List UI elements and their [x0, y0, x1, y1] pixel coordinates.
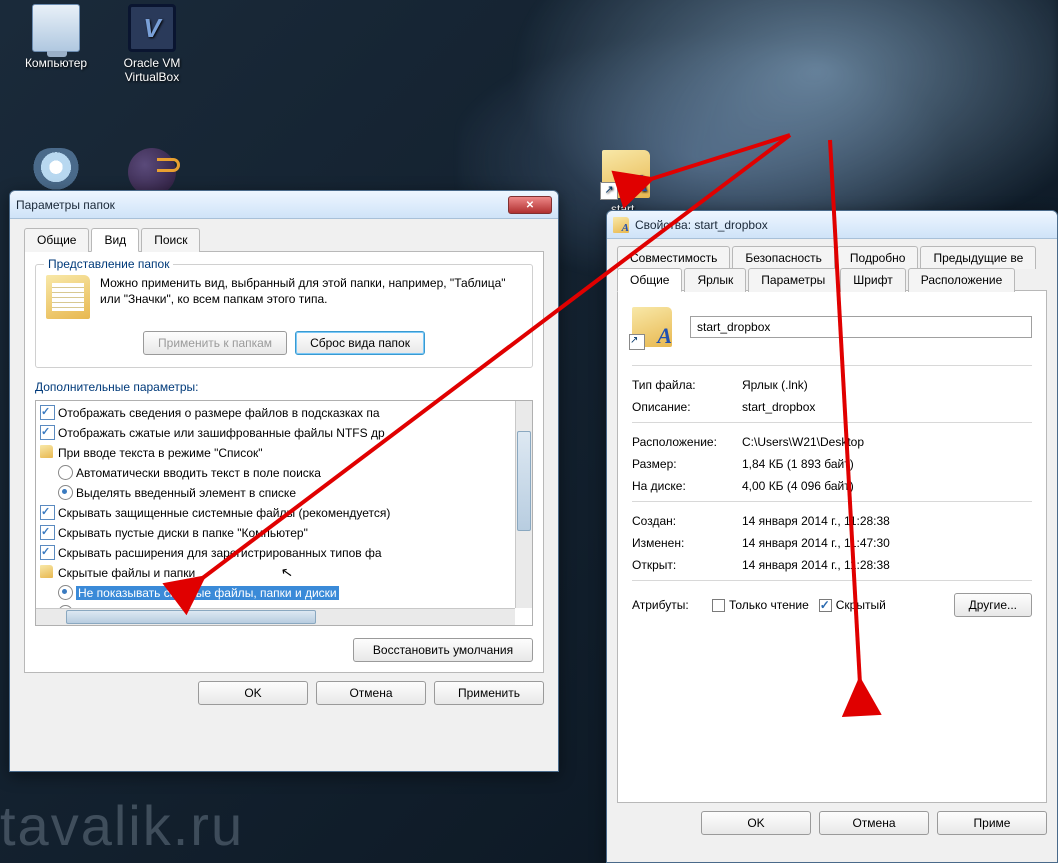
eclipse-icon — [128, 148, 176, 196]
tab-general[interactable]: Общие — [24, 228, 89, 252]
tab-compat[interactable]: Совместимость — [617, 246, 730, 269]
computer-icon — [32, 4, 80, 52]
group-text: Можно применить вид, выбранный для этой … — [100, 275, 522, 319]
tab-strip: Совместимость Безопасность Подробно Пред… — [617, 239, 1047, 291]
tab-prev[interactable]: Предыдущие ве — [920, 246, 1036, 269]
advanced-tree[interactable]: Отображать сведения о размере файлов в п… — [35, 400, 533, 626]
type-value: Ярлык (.lnk) — [742, 378, 808, 392]
desktop-icon-virtualbox[interactable]: Oracle VM VirtualBox — [110, 4, 194, 84]
opt-select-typed[interactable]: Выделять введенный элемент в списке — [58, 483, 530, 503]
ondisk-value: 4,00 КБ (4 096 байт) — [742, 479, 854, 493]
opt-dont-show-hidden[interactable]: Не показывать скрытые файлы, папки и дис… — [58, 583, 530, 603]
folder-options-window: Параметры папок Общие Вид Поиск Представ… — [9, 190, 559, 772]
advanced-label: Дополнительные параметры: — [35, 380, 533, 394]
accessed-value: 14 января 2014 г., 11:28:38 — [742, 558, 890, 572]
shortcut-icon — [613, 217, 629, 233]
vertical-scrollbar[interactable] — [515, 401, 532, 608]
size-label: Размер: — [632, 457, 742, 471]
folder-icon — [46, 275, 90, 319]
recycle-icon — [32, 148, 80, 196]
titlebar[interactable]: Свойства: start_dropbox — [607, 211, 1057, 239]
location-value: C:\Users\W21\Desktop — [742, 435, 864, 449]
tab-options[interactable]: Параметры — [748, 268, 838, 292]
scroll-thumb[interactable] — [517, 431, 531, 531]
close-button[interactable] — [508, 196, 552, 214]
created-value: 14 января 2014 г., 11:28:38 — [742, 514, 890, 528]
properties-window: Свойства: start_dropbox Совместимость Бе… — [606, 210, 1058, 863]
other-button[interactable]: Другие... — [954, 593, 1032, 617]
attr-label: Атрибуты: — [632, 598, 702, 612]
modified-label: Изменен: — [632, 536, 742, 550]
tab-shortcut[interactable]: Ярлык — [684, 268, 746, 292]
desktop-icon-computer[interactable]: Компьютер — [14, 4, 98, 70]
scroll-thumb[interactable] — [66, 610, 316, 624]
folder-view-group: Представление папок Можно применить вид,… — [35, 264, 533, 368]
opt-size-tooltip[interactable]: Отображать сведения о размере файлов в п… — [40, 403, 530, 423]
accessed-label: Открыт: — [632, 558, 742, 572]
opt-ntfs-color[interactable]: Отображать сжатые или зашифрованные файл… — [40, 423, 530, 443]
desc-label: Описание: — [632, 400, 742, 414]
created-label: Создан: — [632, 514, 742, 528]
tab-font[interactable]: Шрифт — [840, 268, 905, 292]
ondisk-label: На диске: — [632, 479, 742, 493]
virtualbox-icon — [128, 4, 176, 52]
tab-strip: Общие Вид Поиск — [24, 227, 544, 252]
opt-hide-protected[interactable]: Скрывать защищенные системные файлы (рек… — [40, 503, 530, 523]
desktop-icon-shortcut[interactable]: start_ — [584, 150, 668, 216]
horizontal-scrollbar[interactable] — [36, 608, 515, 625]
tab-security[interactable]: Безопасность — [732, 246, 835, 269]
titlebar[interactable]: Параметры папок — [10, 191, 558, 219]
cancel-button[interactable]: Отмена — [316, 681, 426, 705]
apply-button[interactable]: Применить — [434, 681, 544, 705]
tab-details[interactable]: Подробно — [837, 246, 919, 269]
name-input[interactable] — [690, 316, 1032, 338]
ok-button[interactable]: OK — [701, 811, 811, 835]
opt-auto-search[interactable]: Автоматически вводить текст в поле поиск… — [58, 463, 530, 483]
apply-button[interactable]: Приме — [937, 811, 1047, 835]
shortcut-icon — [602, 150, 650, 198]
readonly-checkbox[interactable]: Только чтение — [712, 598, 809, 612]
icon-label: Компьютер — [14, 56, 98, 70]
hidden-checkbox[interactable]: Скрытый — [819, 598, 886, 612]
ok-button[interactable]: OK — [198, 681, 308, 705]
icon-label: Oracle VM VirtualBox — [110, 56, 194, 84]
opt-hide-empty-drives[interactable]: Скрывать пустые диски в папке "Компьютер… — [40, 523, 530, 543]
opt-list-typing[interactable]: При вводе текста в режиме "Список" — [40, 443, 530, 463]
window-title: Параметры папок — [16, 198, 508, 212]
group-legend: Представление папок — [44, 257, 173, 271]
apply-to-folders-button: Применить к папкам — [143, 331, 287, 355]
tab-layout[interactable]: Расположение — [908, 268, 1016, 292]
type-label: Тип файла: — [632, 378, 742, 392]
cancel-button[interactable]: Отмена — [819, 811, 929, 835]
restore-defaults-button[interactable]: Восстановить умолчания — [353, 638, 533, 662]
location-label: Расположение: — [632, 435, 742, 449]
desc-value: start_dropbox — [742, 400, 815, 414]
file-icon — [632, 307, 672, 347]
size-value: 1,84 КБ (1 893 байт) — [742, 457, 854, 471]
modified-value: 14 января 2014 г., 11:47:30 — [742, 536, 890, 550]
tab-general[interactable]: Общие — [617, 268, 682, 292]
watermark: tavalik.ru — [0, 793, 244, 858]
tab-search[interactable]: Поиск — [141, 228, 200, 252]
reset-folders-button[interactable]: Сброс вида папок — [295, 331, 425, 355]
tab-view[interactable]: Вид — [91, 228, 139, 252]
opt-hide-extensions[interactable]: Скрывать расширения для зарегистрированн… — [40, 543, 530, 563]
window-title: Свойства: start_dropbox — [635, 218, 1051, 232]
